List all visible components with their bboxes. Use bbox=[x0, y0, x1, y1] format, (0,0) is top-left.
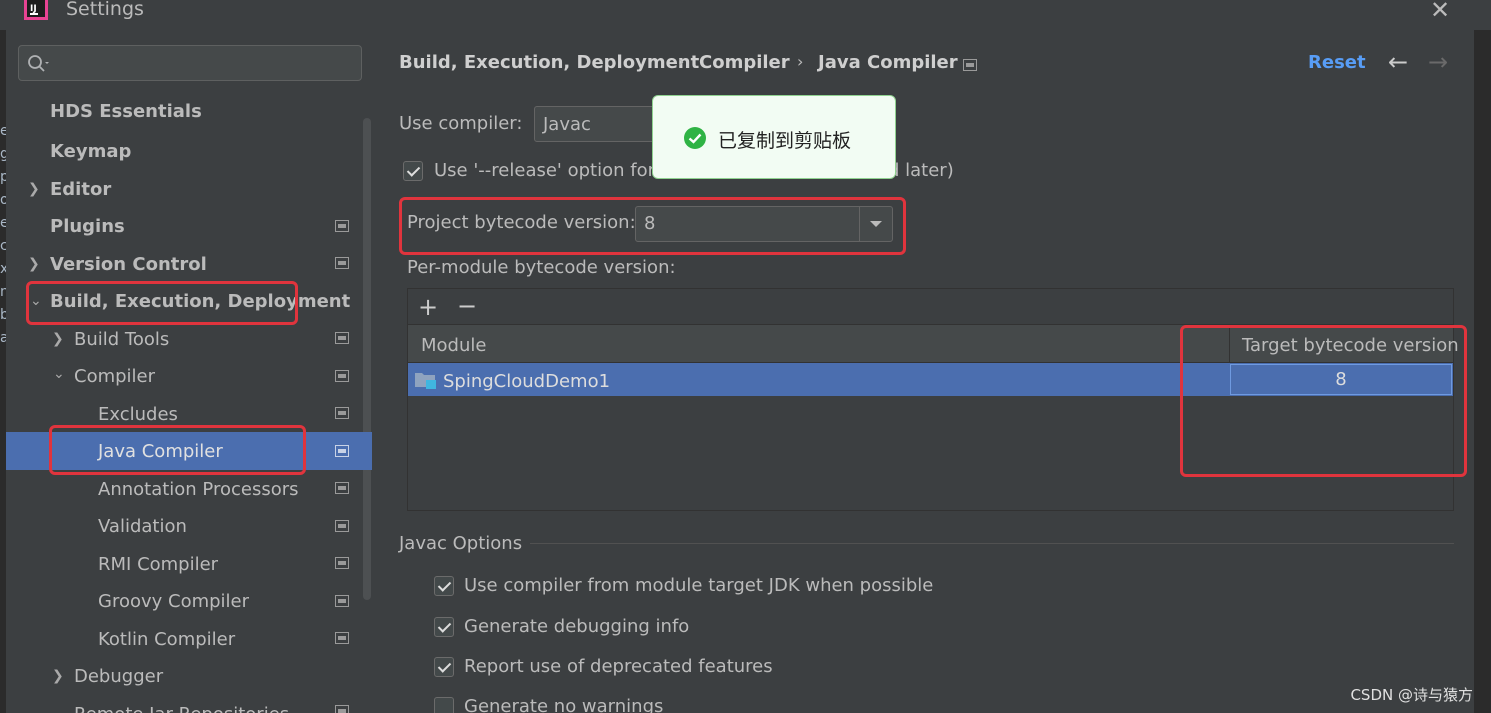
sidebar-item-kotlin-compiler[interactable]: Kotlin Compiler bbox=[98, 621, 235, 658]
sidebar-item-build-tools[interactable]: Build Tools bbox=[74, 321, 169, 358]
breadcrumb-separator: › bbox=[678, 52, 685, 71]
breadcrumb-compiler[interactable]: Compiler bbox=[699, 52, 790, 73]
search-icon bbox=[28, 55, 49, 72]
svg-text:IJ: IJ bbox=[30, 4, 37, 14]
report-deprecated-checkbox[interactable] bbox=[434, 657, 454, 677]
highlight-box bbox=[399, 197, 906, 255]
project-settings-icon bbox=[335, 482, 349, 494]
sidebar-item-remote-jar-repositories[interactable]: Remote Jar Repositories bbox=[74, 696, 289, 713]
project-settings-icon bbox=[335, 257, 349, 269]
highlight-box bbox=[1180, 325, 1467, 477]
release-option-label: Use '--release' option for bbox=[434, 160, 655, 181]
use-target-jdk-label: Use compiler from module target JDK when… bbox=[464, 575, 934, 596]
generate-no-warnings-checkbox[interactable] bbox=[434, 697, 454, 713]
settings-search-input[interactable] bbox=[18, 45, 362, 81]
breadcrumb-java-compiler: Java Compiler bbox=[818, 52, 958, 73]
chevron-right-icon[interactable]: ❯ bbox=[52, 668, 64, 684]
highlight-box bbox=[49, 425, 306, 475]
sidebar-item-groovy-compiler[interactable]: Groovy Compiler bbox=[98, 583, 249, 620]
project-settings-icon bbox=[335, 520, 349, 532]
release-option-checkbox[interactable] bbox=[403, 161, 423, 181]
javac-options-title: Javac Options bbox=[399, 533, 523, 554]
generate-debugging-info-label: Generate debugging info bbox=[464, 616, 690, 637]
generate-debugging-info-checkbox[interactable] bbox=[434, 617, 454, 637]
breadcrumb-build-execution-deployment[interactable]: Build, Execution, Deployment bbox=[399, 52, 699, 73]
project-settings-icon bbox=[335, 557, 349, 569]
breadcrumb-separator: › bbox=[797, 52, 804, 71]
close-icon[interactable]: ✕ bbox=[1430, 0, 1450, 24]
sidebar-item-annotation-processors[interactable]: Annotation Processors bbox=[98, 471, 299, 508]
report-deprecated-label: Report use of deprecated features bbox=[464, 656, 773, 677]
use-compiler-value: Javac bbox=[543, 114, 591, 135]
sidebar-item-editor[interactable]: Editor bbox=[50, 171, 111, 208]
module-name-cell[interactable]: SpingCloudDemo1 bbox=[443, 371, 610, 392]
window-title: Settings bbox=[66, 0, 144, 20]
use-compiler-label: Use compiler: bbox=[399, 113, 523, 134]
chevron-right-icon[interactable]: ❯ bbox=[28, 256, 40, 272]
background-editor-edge bbox=[1474, 30, 1491, 713]
sidebar-item-debugger[interactable]: Debugger bbox=[74, 658, 163, 695]
project-settings-icon bbox=[335, 407, 349, 419]
back-arrow-icon[interactable]: ← bbox=[1388, 48, 1408, 76]
generate-no-warnings-label: Generate no warnings bbox=[464, 696, 664, 713]
intellij-app-icon: IJ bbox=[24, 0, 48, 20]
project-settings-icon bbox=[335, 595, 349, 607]
success-check-icon bbox=[684, 127, 706, 149]
sidebar-item-version-control[interactable]: Version Control bbox=[50, 246, 207, 283]
title-bar bbox=[0, 0, 1491, 30]
use-target-jdk-checkbox[interactable] bbox=[434, 576, 454, 596]
reset-button[interactable]: Reset bbox=[1308, 52, 1366, 73]
project-settings-icon bbox=[335, 370, 349, 382]
sidebar-scrollbar[interactable] bbox=[363, 118, 371, 600]
csdn-watermark: CSDN @诗与猿方 bbox=[1350, 686, 1473, 704]
column-module[interactable]: Module bbox=[421, 335, 486, 356]
sidebar-item-hds-essentials[interactable]: HDS Essentials bbox=[50, 93, 202, 130]
table-toolbar bbox=[408, 289, 1453, 325]
toast-message: 已复制到剪贴板 bbox=[718, 130, 852, 152]
remove-icon[interactable]: − bbox=[457, 292, 477, 320]
sidebar-item-compiler[interactable]: Compiler bbox=[74, 358, 155, 395]
chevron-right-icon[interactable]: ❯ bbox=[52, 331, 64, 347]
sidebar-item-rmi-compiler[interactable]: RMI Compiler bbox=[98, 546, 218, 583]
highlight-box bbox=[26, 281, 298, 325]
release-option-label-suffix: d later) bbox=[888, 160, 954, 181]
sidebar-item-keymap[interactable]: Keymap bbox=[50, 133, 131, 170]
project-settings-icon bbox=[335, 220, 349, 232]
project-settings-icon bbox=[335, 445, 349, 457]
project-settings-icon bbox=[335, 332, 349, 344]
add-icon[interactable]: + bbox=[418, 293, 438, 321]
sidebar-item-plugins[interactable]: Plugins bbox=[50, 208, 125, 245]
chevron-right-icon[interactable]: ❯ bbox=[28, 181, 40, 197]
project-settings-icon bbox=[335, 632, 349, 644]
per-module-bytecode-label: Per-module bytecode version: bbox=[407, 257, 676, 278]
section-divider bbox=[530, 543, 1454, 544]
chevron-down-icon[interactable]: ⌄ bbox=[53, 366, 65, 382]
project-settings-icon bbox=[335, 705, 349, 713]
module-folder-icon bbox=[415, 373, 436, 389]
project-settings-icon bbox=[963, 59, 977, 71]
forward-arrow-icon[interactable]: → bbox=[1428, 48, 1448, 76]
sidebar-item-validation[interactable]: Validation bbox=[98, 508, 187, 545]
